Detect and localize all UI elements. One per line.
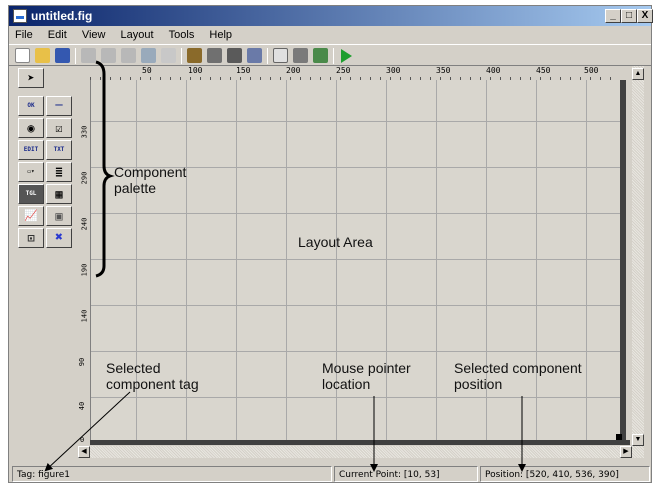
horizontal-scrollbar[interactable] — [78, 446, 632, 458]
toolbar-separator — [267, 48, 268, 64]
menu-help[interactable]: Help — [209, 29, 232, 41]
vertical-ruler: 330 290 240 190 140 90 40 0 — [78, 80, 90, 450]
new-icon[interactable] — [15, 48, 30, 63]
ruler-tick-label: 100 — [188, 66, 203, 75]
property-inspector-icon[interactable] — [293, 48, 308, 63]
ruler-tick-label: 450 — [536, 66, 551, 75]
status-bar: Tag: figure1 Current Point: [10, 53] Pos… — [8, 466, 652, 482]
ruler-tick-label: 400 — [486, 66, 501, 75]
scroll-left-icon[interactable]: ◀ — [78, 446, 90, 458]
undo-icon[interactable] — [141, 48, 156, 63]
tag-status: Tag: figure1 — [12, 466, 332, 482]
pointer-callout-line: Mouse pointer — [322, 360, 411, 376]
title-bar: untitled.fig _ □ X — [9, 6, 653, 26]
tag-callout-line: component tag — [106, 376, 199, 392]
tag-callout-line: Selected — [106, 360, 161, 376]
checkbox-tool[interactable]: ☑ — [46, 118, 72, 138]
menu-tools[interactable]: Tools — [169, 29, 195, 41]
ruler-tick-label: 290 — [80, 171, 89, 185]
position-status: Position: [520, 410, 536, 390] — [480, 466, 650, 482]
button-group-tool[interactable]: ⊡ — [18, 228, 44, 248]
ruler-tick-label: 350 — [436, 66, 451, 75]
toolbar — [9, 44, 651, 66]
ruler-tick-label: 300 — [386, 66, 401, 75]
ruler-tick-label: 0 — [80, 436, 85, 444]
popup-menu-tool[interactable]: ▭▾ — [18, 162, 44, 182]
palette-callout: Component palette — [114, 164, 186, 196]
toolbar-separator — [181, 48, 182, 64]
scroll-up-icon[interactable]: ▲ — [632, 68, 644, 80]
mfile-editor-icon[interactable] — [273, 48, 288, 63]
ruler-tick-label: 330 — [80, 125, 89, 139]
ruler-tick-label: 90 — [78, 357, 87, 367]
horizontal-ruler: 50 100 150 200 250 300 350 400 450 500 — [90, 66, 620, 80]
menu-file[interactable]: File — [15, 29, 33, 41]
palette-callout-line: palette — [114, 180, 157, 196]
pointer-callout-line: location — [322, 376, 371, 392]
menu-editor-icon[interactable] — [207, 48, 222, 63]
save-icon[interactable] — [55, 48, 70, 63]
menu-edit[interactable]: Edit — [48, 29, 67, 41]
push-button-tool[interactable]: OK — [18, 96, 44, 116]
ruler-tick-label: 250 — [336, 66, 351, 75]
position-callout-line: position — [454, 376, 503, 392]
palette-callout-line: Component — [114, 164, 187, 180]
position-callout: Selected component position — [454, 360, 582, 392]
ruler-tick-label: 40 — [78, 401, 87, 411]
align-icon[interactable] — [187, 48, 202, 63]
paste-icon[interactable] — [121, 48, 136, 63]
minimize-button[interactable]: _ — [605, 9, 621, 23]
ruler-tick-label: 140 — [80, 309, 89, 323]
vertical-scrollbar[interactable] — [632, 66, 644, 458]
ruler-tick-label: 240 — [80, 217, 89, 231]
toolbar-separator — [333, 48, 334, 64]
layout-area-callout: Layout Area — [298, 234, 373, 250]
window-title: untitled.fig — [31, 9, 93, 23]
close-button[interactable]: X — [637, 9, 653, 23]
toolbar-editor-icon[interactable] — [247, 48, 262, 63]
ruler-tick-label: 500 — [584, 66, 599, 75]
object-browser-icon[interactable] — [313, 48, 328, 63]
component-palette: ➤ OK ━━ ◉ ☑ EDIT TXT ▭▾ ≣ TGL ▦ 📈 ▣ ⊡ ✖ — [6, 68, 72, 268]
figure-icon — [13, 9, 27, 23]
layout-area-border — [90, 440, 630, 445]
copy-icon[interactable] — [101, 48, 116, 63]
redo-icon[interactable] — [161, 48, 176, 63]
menu-layout[interactable]: Layout — [121, 29, 154, 41]
scroll-down-icon[interactable]: ▼ — [632, 434, 644, 446]
ruler-tick-label: 190 — [80, 263, 89, 277]
layout-area-border — [620, 80, 626, 445]
toggle-button-tool[interactable]: TGL — [18, 184, 44, 204]
cut-icon[interactable] — [81, 48, 96, 63]
activex-tool[interactable]: ✖ — [46, 228, 72, 248]
menu-bar: File Edit View Layout Tools Help — [9, 26, 651, 44]
open-icon[interactable] — [35, 48, 50, 63]
toolbar-separator — [75, 48, 76, 64]
panel-tool[interactable]: ▣ — [46, 206, 72, 226]
tag-callout: Selected component tag — [106, 360, 199, 392]
slider-tool[interactable]: ━━ — [46, 96, 72, 116]
select-tool-button[interactable]: ➤ — [18, 68, 44, 88]
menu-view[interactable]: View — [82, 29, 106, 41]
resize-handle[interactable] — [616, 434, 622, 440]
radio-button-tool[interactable]: ◉ — [18, 118, 44, 138]
static-text-tool[interactable]: TXT — [46, 140, 72, 160]
pointer-callout: Mouse pointer location — [322, 360, 411, 392]
ruler-tick-label: 150 — [236, 66, 251, 75]
scroll-right-icon[interactable]: ▶ — [620, 446, 632, 458]
run-icon[interactable] — [341, 49, 352, 63]
listbox-tool[interactable]: ≣ — [46, 162, 72, 182]
maximize-button[interactable]: □ — [621, 9, 637, 23]
position-callout-line: Selected component — [454, 360, 582, 376]
edit-text-tool[interactable]: EDIT — [18, 140, 44, 160]
ruler-tick-label: 50 — [142, 66, 152, 75]
tab-order-icon[interactable] — [227, 48, 242, 63]
current-point-status: Current Point: [10, 53] — [334, 466, 478, 482]
table-tool[interactable]: ▦ — [46, 184, 72, 204]
ruler-tick-label: 200 — [286, 66, 301, 75]
axes-tool[interactable]: 📈 — [18, 206, 44, 226]
